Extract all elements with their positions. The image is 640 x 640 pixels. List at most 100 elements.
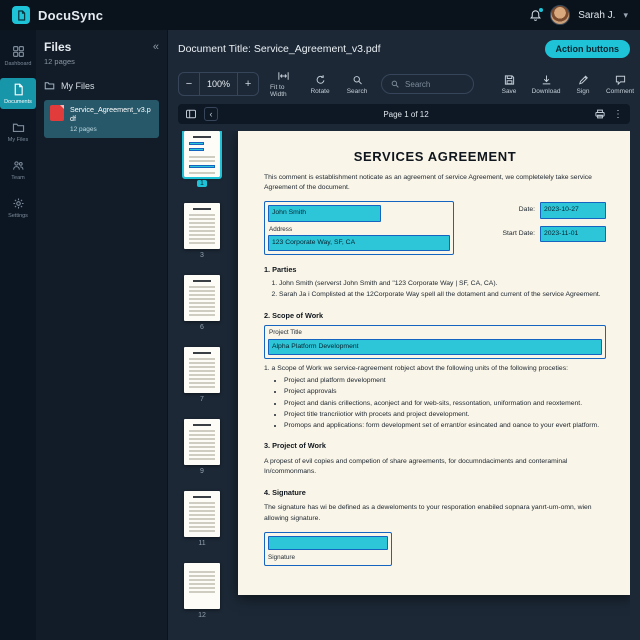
page-thumbnail[interactable]: 12 [184,563,220,635]
start-date-field[interactable]: 2023-11-01 [540,225,606,242]
page-navigation-bar: ‹ Page 1 of 12 ⋮ [178,104,630,124]
scope-bullet: Promops and applications: form developme… [284,421,606,431]
tool-label: Download [531,87,561,95]
grid-icon [12,46,24,57]
fit-to-width-icon [277,72,289,80]
document-icon [14,83,23,96]
tool-label: Comment [605,87,635,95]
nav-rail: Dashboard Documents My Files Team Settin… [0,30,36,640]
save-button[interactable]: Save [496,74,522,95]
page-thumbnail[interactable]: 3 [184,203,220,275]
fit-to-width-button[interactable]: Fit to Width [270,70,296,98]
sidebar-item-team[interactable]: Team [0,154,36,185]
chevron-down-icon[interactable]: ▾ [623,10,628,21]
section-parties-heading: 1. Parties [264,265,297,275]
pen-icon [578,75,588,84]
sign-button[interactable]: Sign [570,74,596,95]
tool-label: Fit to Width [270,84,287,98]
folder-item-my-files[interactable]: My Files [44,80,159,91]
page-thumbnail[interactable]: 6 [184,275,220,347]
user-avatar[interactable] [550,5,571,25]
section-scope-heading: 2. Scope of Work [264,310,324,320]
signature-paragraph: The signature has wi be defined as a dew… [264,504,592,522]
page-thumbnail[interactable]: 11 [184,491,220,563]
comment-button[interactable]: Comment [605,74,635,95]
address-field[interactable]: 123 Corporate Way, SF, CA [268,235,450,252]
search-tool-button[interactable]: Search [344,74,370,95]
sidebar-item-dashboard[interactable]: Dashboard [0,40,36,71]
thumbnail-page-number: 7 [200,396,204,403]
file-name: Service_Agreement_v3.pdf [70,105,151,124]
nav-label: My Files [7,137,29,143]
folder-label: My Files [61,80,95,91]
more-options-icon[interactable]: ⋮ [613,109,623,120]
signature-field[interactable] [268,535,388,550]
app-name: DocuSync [38,7,104,23]
name-field[interactable]: John Smith [268,205,381,222]
toggle-sidebar-icon[interactable] [185,108,197,120]
zoom-in-button[interactable]: + [238,73,258,95]
nav-label: Documents [4,99,32,105]
zoom-level: 100% [199,73,239,95]
date-label: Date: [518,206,535,214]
document-icon [17,9,25,21]
tool-label: Save [501,87,517,95]
tool-label: Rotate [310,87,330,95]
parties-list-item: Sarah Ja i Complisted at the 12Corporate… [279,290,606,300]
files-panel-subtitle: 12 pages [44,57,75,66]
pdf-file-icon [50,105,64,121]
nav-label: Dashboard [4,61,32,67]
contract-title: SERVICES AGREEMENT [353,149,517,164]
page-thumbnail[interactable]: 1 [182,131,222,203]
search-icon [353,75,362,84]
intro-paragraph: This comment is establishment noticate a… [264,174,592,192]
save-icon [504,74,514,85]
zoom-out-button[interactable]: − [179,73,199,95]
tool-label: Search [346,87,368,95]
thumbnail-page-number: 9 [200,468,204,475]
previous-page-button[interactable]: ‹ [204,107,218,121]
rotate-icon [316,74,324,84]
thumbnail-page-number: 3 [200,252,204,259]
print-icon[interactable] [594,108,606,120]
notifications-bell-icon[interactable] [529,7,544,22]
page-thumbnail[interactable]: 7 [184,347,220,419]
user-name: Sarah J. [578,9,616,21]
search-input[interactable] [405,79,466,89]
signature-box: Signature [264,531,392,567]
sidebar-item-documents[interactable]: Documents [0,78,36,109]
date-field[interactable]: 2023-10-27 [540,202,606,219]
folder-icon [12,123,24,132]
sidebar-item-settings[interactable]: Settings [0,192,36,223]
search-icon [391,80,399,88]
nav-label: Settings [8,213,28,219]
scope-bullet: Project title trancriiotior with procets… [284,410,606,420]
rotate-button[interactable]: Rotate [307,74,333,95]
page-thumbnail[interactable]: 9 [184,419,220,491]
file-item-selected[interactable]: Service_Agreement_v3.pdf 12 pages [44,100,159,138]
thumbnail-page-number: 1 [197,180,207,187]
app-window: DocuSync Sarah J. ▾ Dashboard Documents … [0,0,640,640]
action-buttons-button[interactable]: Action buttons [544,40,630,58]
app-logo [12,6,30,24]
collapse-panel-icon[interactable]: « [153,41,159,53]
scope-paragraph: 1. a Scope of Work we service-ragreement… [264,365,569,373]
search-box[interactable] [381,74,475,94]
toolbar: − 100% + Fit to Width Rotate Search Sear… [178,67,635,101]
project-title-field[interactable]: Alpha Platform Development [268,338,602,356]
party-info-box: John Smith Address 123 Corporate Way, SF… [264,201,454,256]
gear-icon [12,198,24,209]
file-meta: 12 pages [70,125,97,133]
sidebar-item-my-files[interactable]: My Files [0,116,36,147]
address-label: Address [269,225,293,233]
download-button[interactable]: Download [531,74,561,95]
document-title: Document Title: Service_Agreement_v3.pdf [178,43,381,55]
files-panel-title: Files [44,40,72,54]
section-project-heading: 3. Project of Work [264,441,326,451]
signature-label: Signature [268,553,295,561]
zoom-control: − 100% + [178,72,260,96]
top-bar: DocuSync Sarah J. ▾ [0,0,640,30]
project-title-label: Project Title [269,329,302,337]
project-title-box: Project Title Alpha Platform Development [264,325,606,360]
project-paragraph: A propest of evil copies and competion o… [264,458,568,476]
